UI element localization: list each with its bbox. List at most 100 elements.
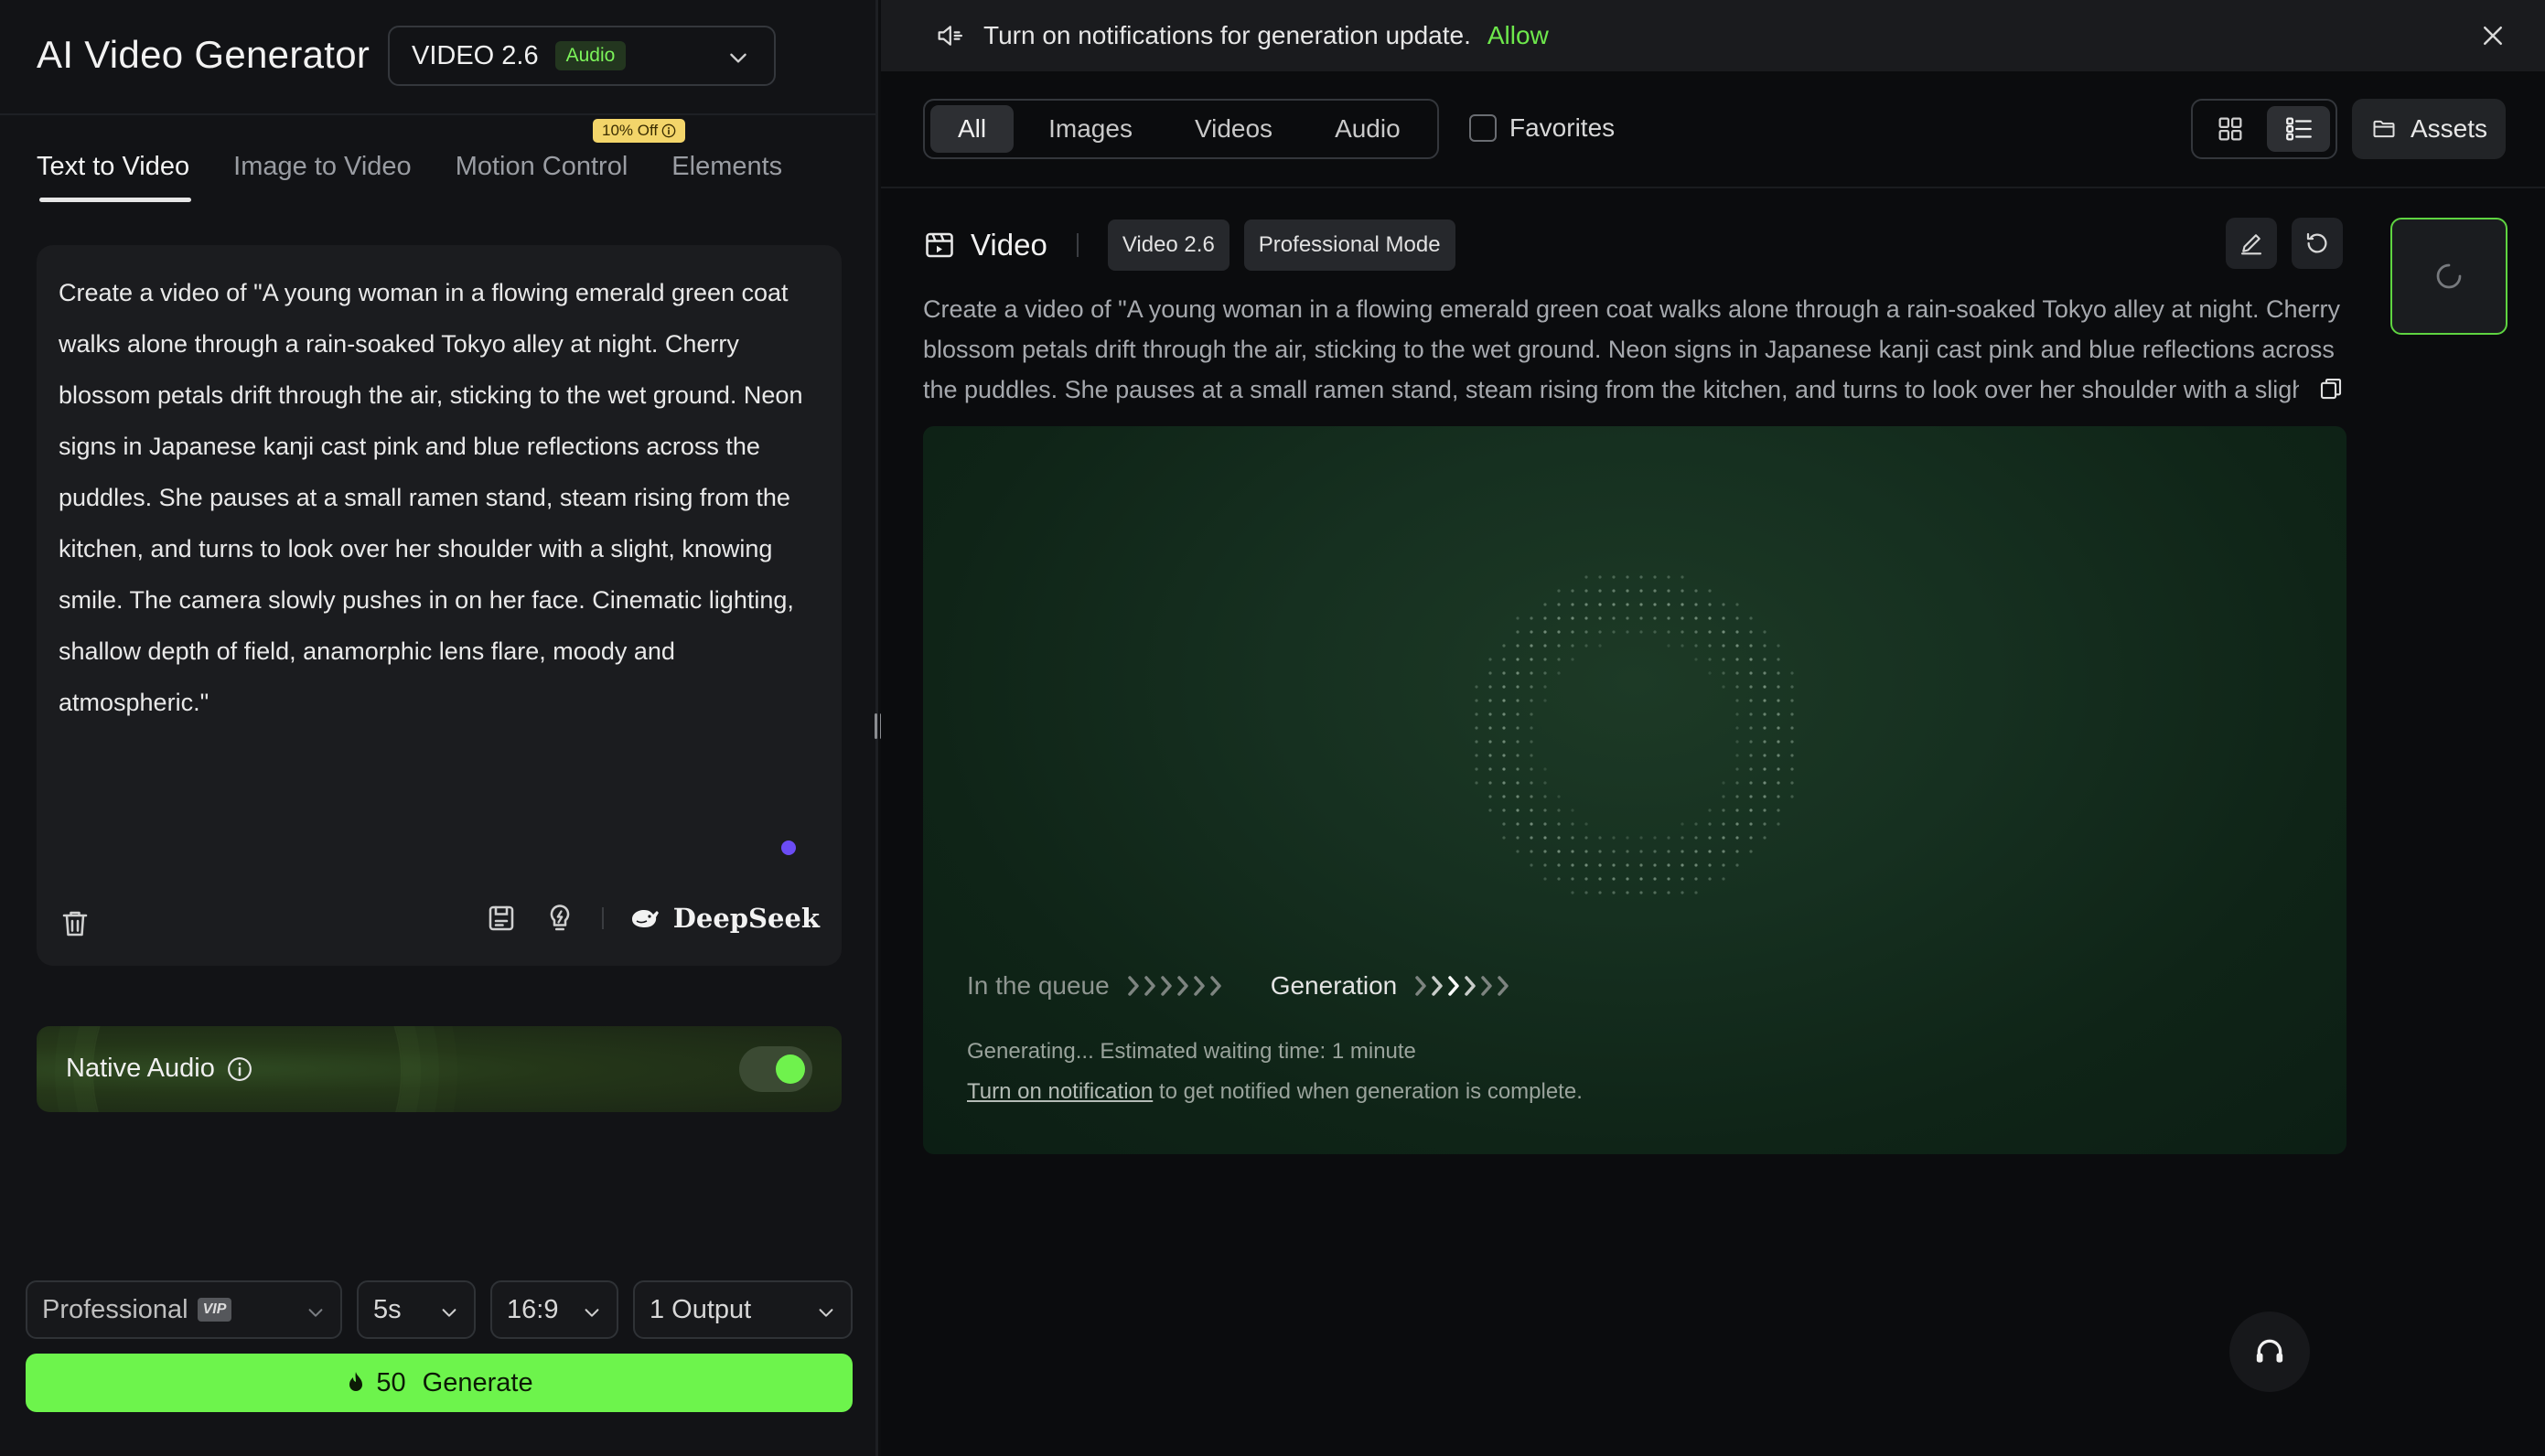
close-icon[interactable] (2479, 22, 2507, 49)
item-type-label: Video (971, 228, 1047, 262)
chevron-down-icon (308, 1309, 323, 1317)
deepseek-button[interactable]: DeepSeek (629, 903, 820, 934)
tab-text-to-video[interactable]: Text to Video (37, 152, 192, 202)
toggle-knob (776, 1055, 805, 1084)
vip-badge: VIP (197, 1298, 232, 1322)
support-button[interactable] (2229, 1311, 2310, 1392)
toolbar-separator (601, 907, 604, 929)
filter-tab-videos[interactable]: Videos (1167, 105, 1300, 153)
header-separator (1076, 233, 1079, 257)
model-chip: Video 2.6 (1107, 219, 1230, 271)
pencil-icon (2240, 234, 2262, 255)
tab-image-to-video[interactable]: Image to Video (233, 152, 412, 202)
loading-dots-decoration (1475, 575, 1794, 894)
toolbar-divider (881, 187, 2545, 188)
generation-label: Generation (1270, 971, 1398, 1000)
generate-cost: 50 (376, 1367, 406, 1397)
allow-link[interactable]: Allow (1487, 21, 1549, 50)
notification-message: Turn on notifications for generation upd… (983, 21, 1471, 49)
native-audio-label: Native Audio (66, 1054, 253, 1084)
list-icon (2285, 117, 2312, 141)
ratio-select[interactable]: 16:9 (490, 1280, 618, 1339)
notification-bar: Turn on notifications for generation upd… (881, 0, 2545, 71)
native-audio-text: Native Audio (66, 1054, 215, 1083)
deepseek-label: DeepSeek (672, 903, 820, 934)
tab-elements[interactable]: Elements (671, 152, 782, 202)
save-icon[interactable] (485, 902, 518, 935)
notify-message: Turn on notification to get notified whe… (967, 1079, 1583, 1105)
favorites-filter[interactable]: Favorites (1469, 113, 1615, 143)
copy-button[interactable] (2299, 375, 2346, 407)
refresh-icon (2306, 232, 2327, 253)
audio-badge: Audio (554, 41, 627, 70)
filter-tab-audio[interactable]: Audio (1307, 105, 1428, 153)
copy-icon (2320, 378, 2342, 400)
chevron-down-icon (585, 1309, 599, 1317)
prompt-tools-right: DeepSeek (485, 902, 820, 935)
app-title: AI Video Generator (37, 33, 370, 76)
status-dot (781, 840, 796, 855)
mode-chip: Professional Mode (1243, 219, 1455, 271)
speaker-icon (938, 26, 963, 46)
mode-select[interactable]: Professional VIP (26, 1280, 342, 1339)
favorites-label: Favorites (1509, 113, 1616, 142)
duration-select[interactable]: 5s (357, 1280, 476, 1339)
options-row: Professional VIP 5s 16:9 1 Output (26, 1280, 853, 1339)
mode-tabs: Text to Video Image to Video Motion Cont… (37, 152, 826, 202)
list-view-button[interactable] (2267, 106, 2330, 152)
folder-icon (2373, 120, 2395, 138)
generation-thumbnail[interactable] (2390, 218, 2507, 335)
mode-value: Professional (42, 1294, 188, 1324)
generation-progress-arrows-icon (1415, 976, 1509, 996)
chevron-down-icon (819, 1309, 833, 1317)
generate-button[interactable]: 50 Generate (26, 1354, 853, 1412)
chevron-down-icon (730, 53, 746, 63)
header-divider (0, 113, 875, 115)
queue-progress-arrows-icon (1127, 976, 1221, 996)
edit-button[interactable] (2226, 218, 2277, 269)
duration-value: 5s (373, 1294, 402, 1324)
view-toggle (2191, 99, 2337, 159)
favorites-checkbox[interactable] (1469, 114, 1497, 142)
video-icon (926, 232, 953, 258)
loading-spinner-icon (2436, 263, 2462, 289)
info-icon[interactable] (226, 1055, 253, 1083)
regenerate-button[interactable] (2292, 218, 2343, 269)
queue-label: In the queue (967, 971, 1110, 1000)
generation-message: Generating... Estimated waiting time: 1 … (967, 1039, 1416, 1064)
assets-button[interactable]: Assets (2352, 99, 2506, 159)
lightbulb-icon[interactable] (543, 902, 576, 935)
left-panel: AI Video Generator VIDEO 2.6 Audio 10% O… (0, 0, 878, 1456)
right-panel: Turn on notifications for generation upd… (881, 0, 2545, 1456)
flame-icon (349, 1372, 363, 1391)
info-icon (661, 123, 676, 138)
progress-status: In the queue Generation (967, 971, 1514, 1001)
item-header: Video Video 2.6 Professional Mode (923, 219, 1455, 271)
chevron-down-icon (442, 1309, 456, 1317)
ratio-value: 16:9 (507, 1294, 559, 1324)
assets-label: Assets (2410, 114, 2488, 143)
video-preview: In the queue Generation Generating... Es… (923, 426, 2346, 1154)
filter-tab-all[interactable]: All (930, 105, 1015, 153)
grid-view-button[interactable] (2198, 106, 2261, 152)
item-description: Create a video of "A young woman in a fl… (923, 295, 2340, 403)
tab-motion-control[interactable]: Motion Control (456, 152, 628, 202)
model-select[interactable]: VIDEO 2.6 Audio (388, 26, 776, 86)
filter-tab-images[interactable]: Images (1021, 105, 1160, 153)
filter-tabs: All Images Videos Audio (923, 99, 1439, 159)
turn-on-notification-link[interactable]: Turn on notification (967, 1079, 1153, 1104)
discount-badge: 10% Off (593, 119, 686, 143)
output-select[interactable]: 1 Output (633, 1280, 853, 1339)
headset-icon (2256, 1339, 2283, 1363)
deepseek-whale-icon (631, 910, 659, 927)
generate-label: Generate (422, 1367, 533, 1397)
output-value: 1 Output (650, 1294, 752, 1324)
trash-icon[interactable] (59, 907, 91, 940)
prompt-toolbar: DeepSeek (59, 902, 820, 947)
native-audio-card: Native Audio (37, 1026, 842, 1112)
prompt-box[interactable]: Create a video of "A young woman in a fl… (37, 245, 842, 966)
notify-suffix: to get notified when generation is compl… (1153, 1079, 1583, 1104)
prompt-textarea[interactable]: Create a video of "A young woman in a fl… (59, 267, 818, 728)
model-name: VIDEO 2.6 (412, 40, 539, 70)
native-audio-toggle[interactable] (739, 1046, 812, 1092)
